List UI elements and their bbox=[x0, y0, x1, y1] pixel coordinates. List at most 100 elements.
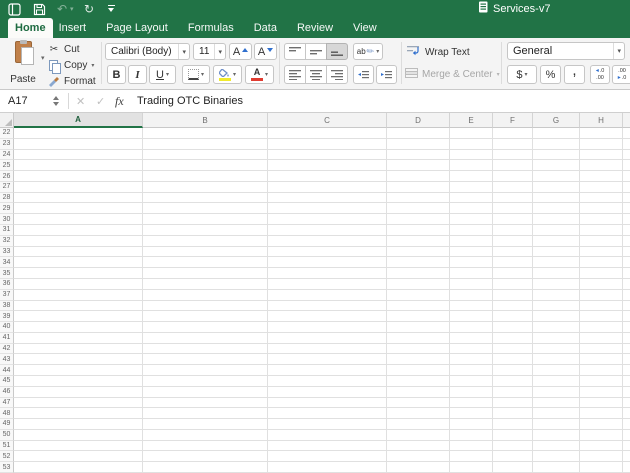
cell-A38[interactable] bbox=[14, 301, 143, 312]
cell-F41[interactable] bbox=[493, 333, 533, 344]
cell-B51[interactable] bbox=[143, 441, 268, 452]
cell-G51[interactable] bbox=[533, 441, 580, 452]
cell-E33[interactable] bbox=[450, 247, 493, 258]
align-right-button[interactable] bbox=[326, 65, 348, 84]
window-icon[interactable] bbox=[8, 2, 21, 16]
cell-F35[interactable] bbox=[493, 268, 533, 279]
cell-C27[interactable] bbox=[268, 182, 387, 193]
row-header-53[interactable]: 53 bbox=[0, 462, 14, 473]
cell-C34[interactable] bbox=[268, 257, 387, 268]
cell-B43[interactable] bbox=[143, 354, 268, 365]
cell-A36[interactable] bbox=[14, 279, 143, 290]
cell-C37[interactable] bbox=[268, 290, 387, 301]
cell-D31[interactable] bbox=[387, 225, 450, 236]
comma-format-button[interactable]: , bbox=[564, 65, 585, 84]
cell-E38[interactable] bbox=[450, 301, 493, 312]
cell-C44[interactable] bbox=[268, 365, 387, 376]
tab-page-layout[interactable]: Page Layout bbox=[106, 18, 168, 38]
align-left-button[interactable] bbox=[284, 65, 306, 84]
cell-B37[interactable] bbox=[143, 290, 268, 301]
cell-A44[interactable] bbox=[14, 365, 143, 376]
cell-B26[interactable] bbox=[143, 171, 268, 182]
decrease-font-size-button[interactable]: A bbox=[254, 43, 277, 60]
cell-H25[interactable] bbox=[580, 160, 623, 171]
cell-F31[interactable] bbox=[493, 225, 533, 236]
cell-B32[interactable] bbox=[143, 236, 268, 247]
cell-B38[interactable] bbox=[143, 301, 268, 312]
cell-A39[interactable] bbox=[14, 311, 143, 322]
underline-dropdown-icon[interactable]: ▾ bbox=[166, 72, 169, 78]
column-header-D[interactable]: D bbox=[387, 113, 450, 128]
cell-I44[interactable] bbox=[623, 365, 630, 376]
row-header-34[interactable]: 34 bbox=[0, 257, 14, 268]
cell-D39[interactable] bbox=[387, 311, 450, 322]
cell-I33[interactable] bbox=[623, 247, 630, 258]
cell-A24[interactable] bbox=[14, 150, 143, 161]
cell-C26[interactable] bbox=[268, 171, 387, 182]
cell-B44[interactable] bbox=[143, 365, 268, 376]
cell-E49[interactable] bbox=[450, 419, 493, 430]
cell-G47[interactable] bbox=[533, 398, 580, 409]
cell-I50[interactable] bbox=[623, 430, 630, 441]
cell-C41[interactable] bbox=[268, 333, 387, 344]
cell-E25[interactable] bbox=[450, 160, 493, 171]
cell-H27[interactable] bbox=[580, 182, 623, 193]
cell-H23[interactable] bbox=[580, 139, 623, 150]
cell-F29[interactable] bbox=[493, 203, 533, 214]
cell-G33[interactable] bbox=[533, 247, 580, 258]
cell-C52[interactable] bbox=[268, 451, 387, 462]
cell-E48[interactable] bbox=[450, 408, 493, 419]
cell-H46[interactable] bbox=[580, 387, 623, 398]
cell-I30[interactable] bbox=[623, 214, 630, 225]
cell-F49[interactable] bbox=[493, 419, 533, 430]
cell-F28[interactable] bbox=[493, 193, 533, 204]
wrap-text-button[interactable]: Wrap Text bbox=[407, 45, 470, 59]
cell-B28[interactable] bbox=[143, 193, 268, 204]
cell-D38[interactable] bbox=[387, 301, 450, 312]
cell-G48[interactable] bbox=[533, 408, 580, 419]
cell-C38[interactable] bbox=[268, 301, 387, 312]
cell-C22[interactable] bbox=[268, 128, 387, 139]
cell-G26[interactable] bbox=[533, 171, 580, 182]
cell-I28[interactable] bbox=[623, 193, 630, 204]
cell-H26[interactable] bbox=[580, 171, 623, 182]
cell-F40[interactable] bbox=[493, 322, 533, 333]
cell-H51[interactable] bbox=[580, 441, 623, 452]
cell-B33[interactable] bbox=[143, 247, 268, 258]
cell-A46[interactable] bbox=[14, 387, 143, 398]
cell-F48[interactable] bbox=[493, 408, 533, 419]
cell-C31[interactable] bbox=[268, 225, 387, 236]
cell-H48[interactable] bbox=[580, 408, 623, 419]
decrease-decimal-button[interactable]: .00 ▸.0 bbox=[612, 65, 630, 84]
cell-F50[interactable] bbox=[493, 430, 533, 441]
cell-G23[interactable] bbox=[533, 139, 580, 150]
cell-H36[interactable] bbox=[580, 279, 623, 290]
cell-H30[interactable] bbox=[580, 214, 623, 225]
row-header-51[interactable]: 51 bbox=[0, 441, 14, 452]
align-bottom-button[interactable] bbox=[326, 43, 348, 60]
currency-format-button[interactable]: $ ▾ bbox=[507, 65, 537, 84]
merge-center-button[interactable]: Merge & Center ▾ bbox=[405, 68, 500, 81]
cell-A41[interactable] bbox=[14, 333, 143, 344]
row-header-49[interactable]: 49 bbox=[0, 419, 14, 430]
cell-A52[interactable] bbox=[14, 451, 143, 462]
cell-E53[interactable] bbox=[450, 462, 493, 473]
column-header-B[interactable]: B bbox=[143, 113, 268, 128]
cell-G45[interactable] bbox=[533, 376, 580, 387]
cell-H41[interactable] bbox=[580, 333, 623, 344]
column-header-I[interactable]: I bbox=[623, 113, 630, 128]
row-header-28[interactable]: 28 bbox=[0, 193, 14, 204]
cell-H34[interactable] bbox=[580, 257, 623, 268]
cell-E42[interactable] bbox=[450, 344, 493, 355]
cell-G37[interactable] bbox=[533, 290, 580, 301]
cell-G46[interactable] bbox=[533, 387, 580, 398]
cell-H45[interactable] bbox=[580, 376, 623, 387]
cell-G30[interactable] bbox=[533, 214, 580, 225]
row-header-42[interactable]: 42 bbox=[0, 344, 14, 355]
cell-B36[interactable] bbox=[143, 279, 268, 290]
cell-B52[interactable] bbox=[143, 451, 268, 462]
cell-D32[interactable] bbox=[387, 236, 450, 247]
cell-I34[interactable] bbox=[623, 257, 630, 268]
cell-A53[interactable] bbox=[14, 462, 143, 473]
cell-F45[interactable] bbox=[493, 376, 533, 387]
